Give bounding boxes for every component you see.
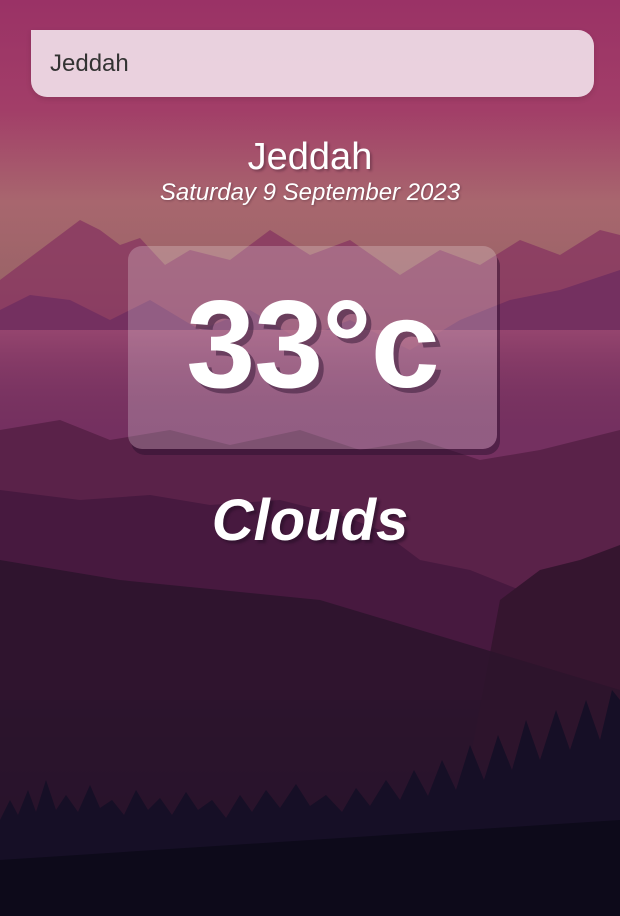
temperature-card: 33°c xyxy=(128,246,497,449)
current-date: Saturday 9 September 2023 xyxy=(159,179,461,206)
city-name: Jeddah xyxy=(247,136,373,178)
city-search-input[interactable] xyxy=(31,30,594,97)
weather-condition: Clouds xyxy=(211,488,409,553)
temperature-value: 33°c xyxy=(186,276,439,414)
